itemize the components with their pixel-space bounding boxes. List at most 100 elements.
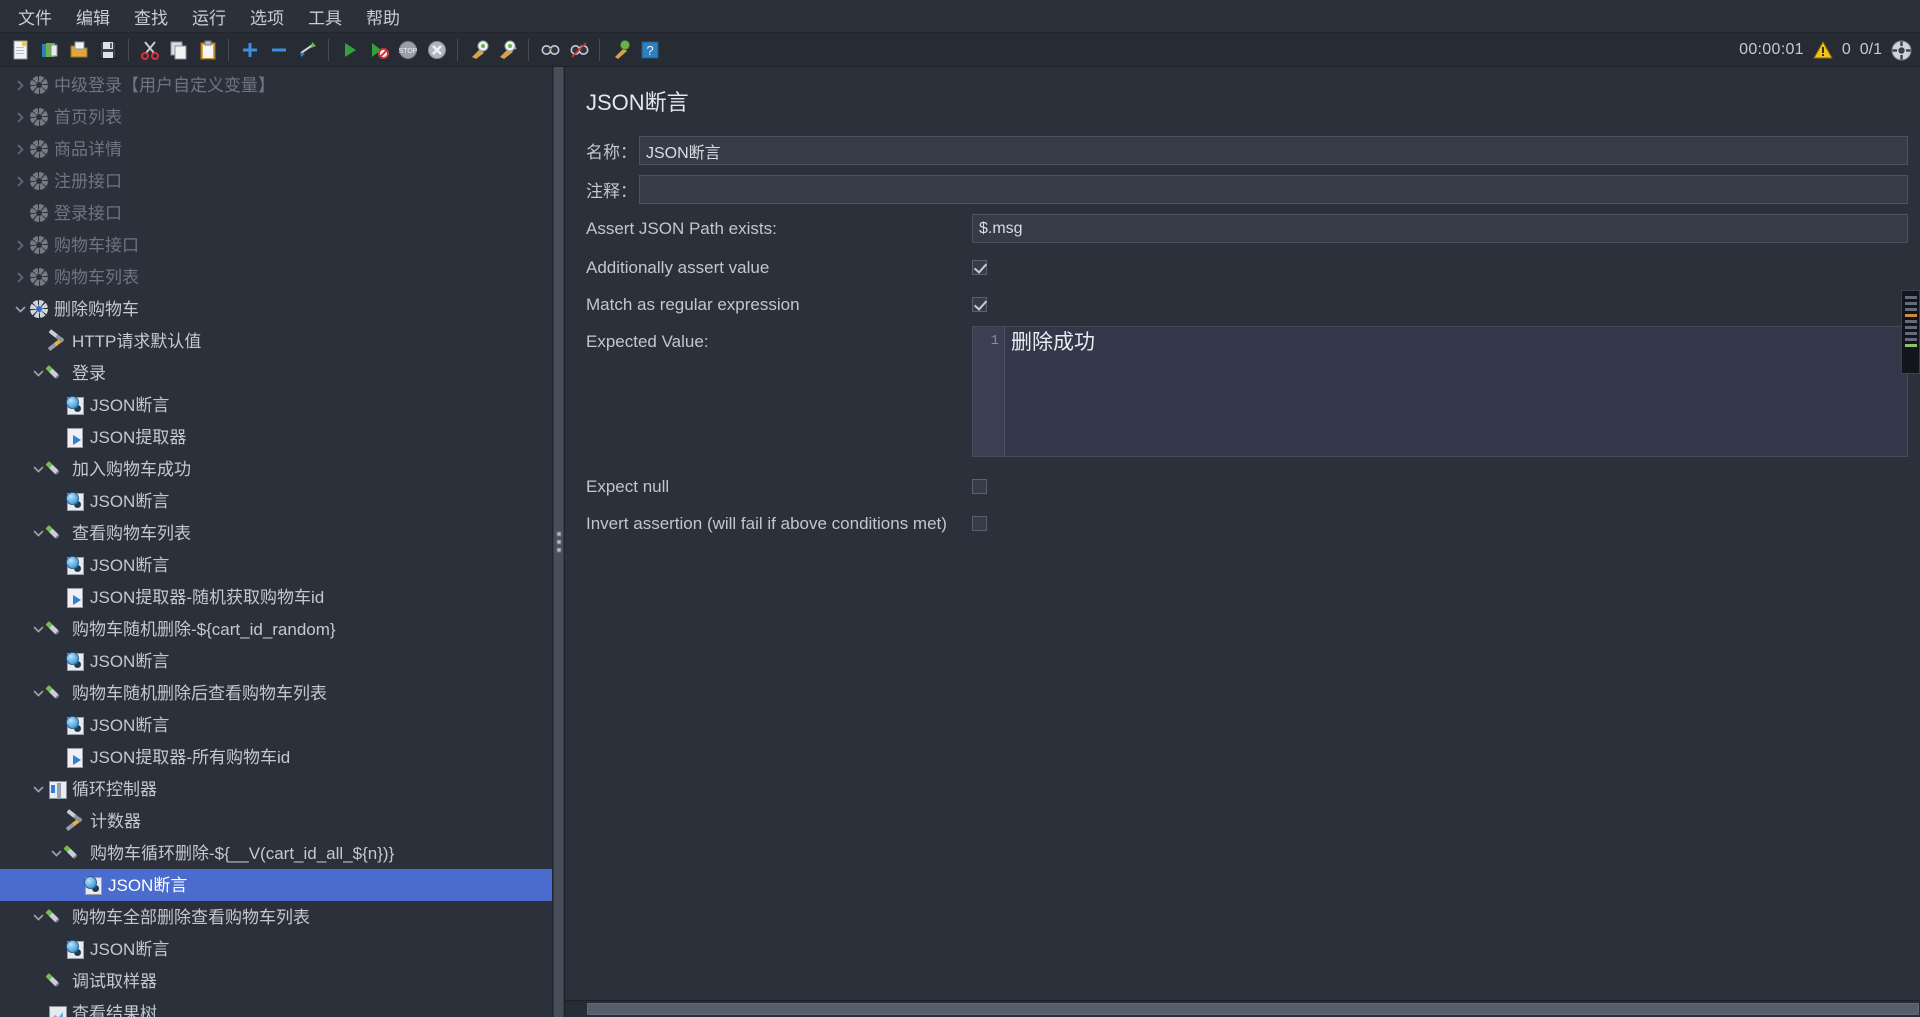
stop-icon[interactable]: STOP: [394, 36, 421, 63]
tree-node[interactable]: 查看结果树: [0, 997, 552, 1017]
expected-value-editor[interactable]: 1 删除成功: [972, 326, 1908, 457]
tree-node[interactable]: JSON断言: [0, 389, 552, 421]
chevron-down-icon[interactable]: [29, 453, 47, 485]
tree-node[interactable]: 注册接口: [0, 165, 552, 197]
chevron-right-icon[interactable]: [11, 261, 29, 293]
chevron-right-icon[interactable]: [11, 101, 29, 133]
json-assertion-form: JSON断言 名称： 注释： Assert JSON Path exists: …: [565, 67, 1920, 1000]
horizontal-scrollbar-thumb[interactable]: [587, 1003, 1919, 1015]
shutdown-icon[interactable]: [423, 36, 450, 63]
menu-edit[interactable]: 编辑: [64, 1, 122, 32]
match-regex-checkbox[interactable]: [972, 297, 987, 312]
tree-node[interactable]: JSON断言: [0, 485, 552, 517]
tree-node[interactable]: 购物车循环删除-${__V(cart_id_all_${n})}: [0, 837, 552, 869]
additionally-assert-checkbox[interactable]: [972, 260, 987, 275]
tree-node[interactable]: 购物车接口: [0, 229, 552, 261]
open-folder-icon[interactable]: [65, 36, 92, 63]
editor-minimap[interactable]: [1901, 290, 1920, 374]
invert-assertion-checkbox[interactable]: [972, 516, 987, 531]
cut-icon[interactable]: [136, 36, 163, 63]
new-file-icon[interactable]: [7, 36, 34, 63]
chevron-down-icon[interactable]: [47, 837, 65, 869]
horizontal-scrollbar[interactable]: [565, 1000, 1920, 1017]
test-plan-tree[interactable]: 中级登录【用户自定义变量】 首页列表 商品详情 注册接口 登录接口 购物车接口 购物车列表删…: [0, 67, 553, 1017]
menu-file[interactable]: 文件: [6, 1, 64, 32]
chevron-right-icon[interactable]: [11, 165, 29, 197]
chevron-right-icon[interactable]: [11, 69, 29, 101]
tree-node[interactable]: 中级登录【用户自定义变量】: [0, 69, 552, 101]
chevron-right-icon[interactable]: [11, 229, 29, 261]
help-icon[interactable]: ?: [636, 36, 663, 63]
tree-node[interactable]: JSON提取器-所有购物车id: [0, 741, 552, 773]
line-number-gutter: 1: [973, 327, 1005, 456]
menu-help[interactable]: 帮助: [354, 1, 412, 32]
remote-connection-icon[interactable]: [1891, 40, 1912, 61]
wrench-icon: [65, 811, 85, 831]
chevron-right-icon[interactable]: [11, 133, 29, 165]
tree-node[interactable]: 循环控制器: [0, 773, 552, 805]
magnifier-icon: [65, 939, 85, 959]
tree-node[interactable]: 加入购物车成功: [0, 453, 552, 485]
tree-node[interactable]: 调试取样器: [0, 965, 552, 997]
splitter-grip[interactable]: [556, 531, 561, 553]
search-icon[interactable]: [536, 36, 563, 63]
tree-node[interactable]: JSON提取器-随机获取购物车id: [0, 581, 552, 613]
tree-node[interactable]: 登录接口: [0, 197, 552, 229]
chevron-down-icon[interactable]: [11, 293, 29, 325]
tree-node[interactable]: JSON断言: [0, 549, 552, 581]
chevron-down-icon[interactable]: [29, 677, 47, 709]
toggle-icon[interactable]: [294, 36, 321, 63]
expect-null-checkbox[interactable]: [972, 479, 987, 494]
search-reset-icon[interactable]: [565, 36, 592, 63]
tree-node[interactable]: HTTP请求默认值: [0, 325, 552, 357]
chevron-down-icon[interactable]: [29, 613, 47, 645]
tree-node[interactable]: 购物车列表: [0, 261, 552, 293]
templates-icon[interactable]: [36, 36, 63, 63]
tree-node[interactable]: 删除购物车: [0, 293, 552, 325]
elapsed-time: 00:00:01: [1739, 41, 1804, 58]
save-icon[interactable]: [94, 36, 121, 63]
chevron-down-icon[interactable]: [29, 901, 47, 933]
paste-icon[interactable]: [194, 36, 221, 63]
tree-node[interactable]: 登录: [0, 357, 552, 389]
warning-triangle-icon[interactable]: [1812, 40, 1833, 59]
chevron-down-icon[interactable]: [29, 517, 47, 549]
tree-node-label: 查看结果树: [72, 1003, 157, 1017]
collapse-all-icon[interactable]: [265, 36, 292, 63]
pen-icon: [65, 843, 85, 863]
expand-all-icon[interactable]: [236, 36, 263, 63]
menu-tools[interactable]: 工具: [296, 1, 354, 32]
assert-json-path-input[interactable]: [972, 214, 1908, 243]
start-icon[interactable]: [336, 36, 363, 63]
expected-value-text[interactable]: 删除成功: [1005, 327, 1907, 456]
clear-all-icon[interactable]: [494, 36, 521, 63]
clear-icon[interactable]: [465, 36, 492, 63]
tree-node-label: HTTP请求默认值: [72, 331, 202, 351]
tree-node[interactable]: JSON断言: [0, 645, 552, 677]
panel-splitter[interactable]: [553, 67, 564, 1017]
tree-node[interactable]: JSON断言: [0, 869, 552, 901]
tree-node[interactable]: 购物车全部删除查看购物车列表: [0, 901, 552, 933]
tree-node[interactable]: 查看购物车列表: [0, 517, 552, 549]
chevron-down-icon[interactable]: [29, 773, 47, 805]
start-no-pauses-icon[interactable]: [365, 36, 392, 63]
tree-node[interactable]: JSON断言: [0, 933, 552, 965]
tree-node-label: 计数器: [90, 811, 141, 831]
copy-icon[interactable]: [165, 36, 192, 63]
tree-node[interactable]: 购物车随机删除-${cart_id_random}: [0, 613, 552, 645]
menu-options[interactable]: 选项: [238, 1, 296, 32]
tree-node[interactable]: 计数器: [0, 805, 552, 837]
function-helper-icon[interactable]: [607, 36, 634, 63]
chevron-down-icon[interactable]: [29, 357, 47, 389]
comment-input[interactable]: [639, 175, 1908, 204]
name-input[interactable]: [639, 136, 1908, 165]
menu-search[interactable]: 查找: [122, 1, 180, 32]
tree-node[interactable]: 购物车随机删除后查看购物车列表: [0, 677, 552, 709]
tree-node[interactable]: JSON断言: [0, 709, 552, 741]
menu-run[interactable]: 运行: [180, 1, 238, 32]
tree-node[interactable]: JSON提取器: [0, 421, 552, 453]
tree-node[interactable]: 商品详情: [0, 133, 552, 165]
tree-node[interactable]: 首页列表: [0, 101, 552, 133]
